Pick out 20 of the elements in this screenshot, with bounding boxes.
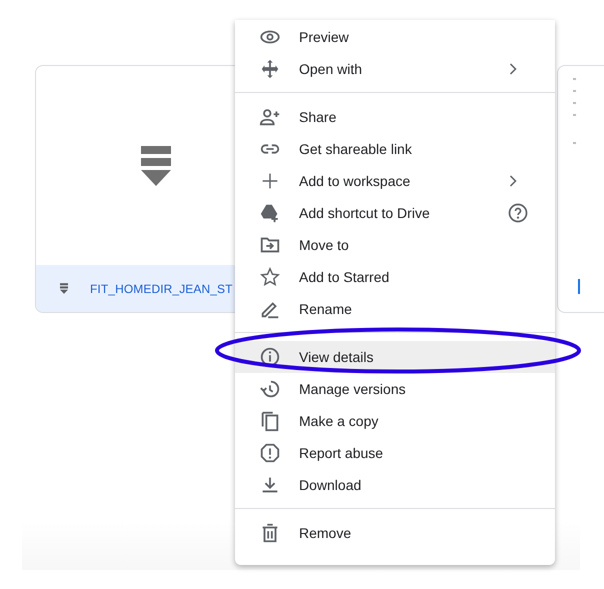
star-icon: [259, 266, 281, 288]
menu-item[interactable]: Remove: [235, 517, 555, 549]
drive-shortcut-icon: [259, 202, 281, 224]
menu-item[interactable]: Report abuse: [235, 437, 555, 469]
chevron-right-icon: [509, 175, 517, 187]
menu-item[interactable]: Preview: [235, 21, 555, 53]
file-name: FIT_HOMEDIR_JEAN_ST: [90, 282, 233, 296]
help-icon[interactable]: [508, 203, 528, 223]
copy-icon: [259, 410, 281, 432]
archive-file-icon: [140, 146, 170, 186]
add-person-icon: [259, 106, 281, 128]
move-arrows-icon: [259, 58, 281, 80]
menu-item[interactable]: Download: [235, 469, 555, 501]
menu-item[interactable]: Make a copy: [235, 405, 555, 437]
archive-file-icon: [60, 283, 68, 294]
menu-item[interactable]: Manage versions: [235, 373, 555, 405]
document-thumbnail-drawing[interactable]: [557, 65, 604, 313]
warning-octagon-icon: [259, 442, 281, 464]
chevron-right-icon: [509, 63, 517, 75]
history-icon: [259, 378, 281, 400]
